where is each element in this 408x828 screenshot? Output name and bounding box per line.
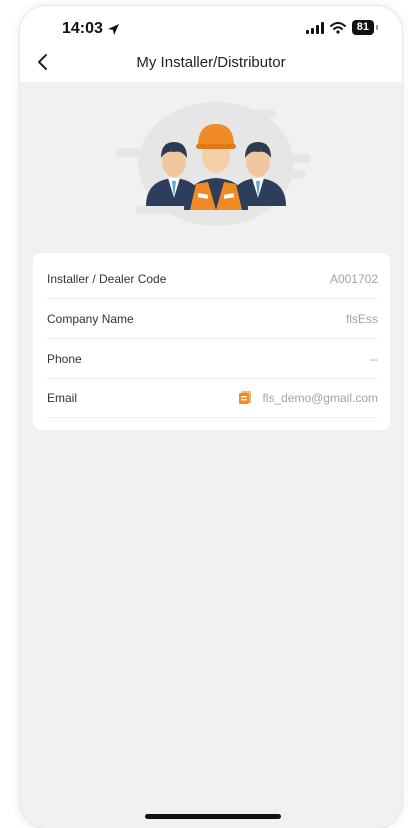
location-arrow-icon <box>107 23 119 35</box>
phone-value: -- <box>370 351 378 366</box>
installer-code-row: Installer / Dealer Code A001702 <box>47 259 378 299</box>
email-value: fls_demo@gmail.com <box>262 390 378 405</box>
phone-label: Phone <box>47 351 82 366</box>
installer-team-illustration <box>116 102 311 226</box>
email-label: Email <box>47 390 78 405</box>
copy-icon[interactable] <box>238 390 252 405</box>
installer-code-label: Installer / Dealer Code <box>47 271 167 286</box>
company-name-label: Company Name <box>47 311 134 326</box>
phone-screen: 14:03 81 My Installer/Distributor Instal… <box>20 6 402 828</box>
signal-icon <box>305 21 324 34</box>
wifi-icon <box>329 21 346 34</box>
email-value-group: fls_demo@gmail.com <box>238 390 378 405</box>
installer-code-value: A001702 <box>329 271 378 286</box>
installer-info-card: Installer / Dealer Code A001702 Company … <box>33 253 390 430</box>
status-bar-time: 14:03 <box>62 20 120 38</box>
company-name-row: Company Name flsEss <box>47 299 378 339</box>
status-bar-right: 81 <box>305 20 379 35</box>
battery-level: 81 <box>356 21 369 33</box>
battery-icon: 81 <box>351 20 379 35</box>
phone-row: Phone -- <box>47 339 378 379</box>
email-row: Email fls_demo@gmail.com <box>47 378 378 418</box>
page-title: My Installer/Distributor <box>136 54 286 71</box>
header: 14:03 81 My Installer/Distributor <box>20 6 402 82</box>
home-indicator[interactable] <box>145 814 281 819</box>
status-time-text: 14:03 <box>62 20 103 37</box>
company-name-value: flsEss <box>345 311 378 326</box>
